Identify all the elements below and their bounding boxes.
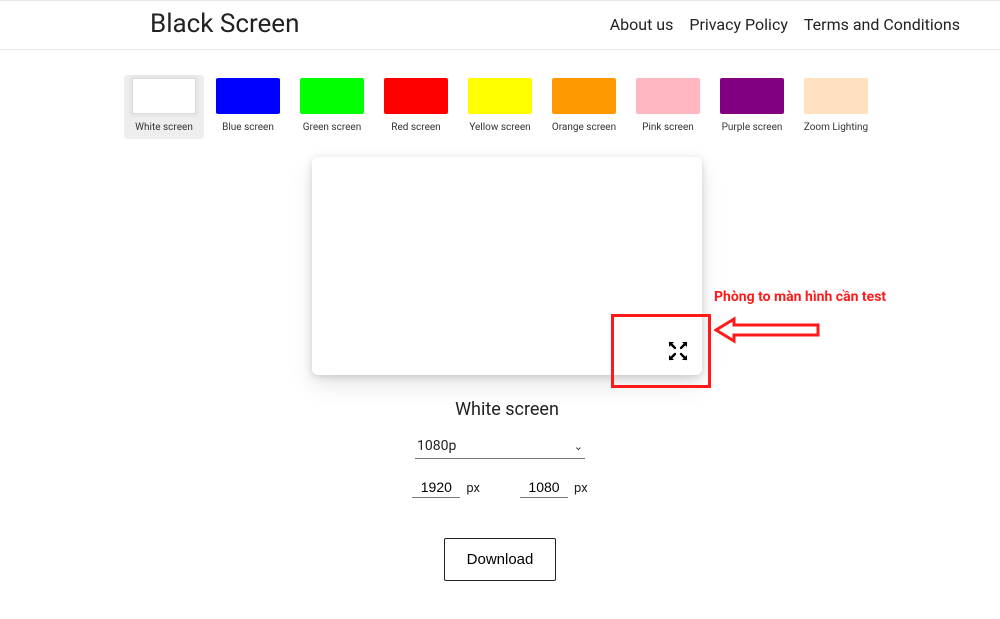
height-field: px — [520, 477, 588, 498]
swatch-color-box — [552, 78, 616, 114]
height-input[interactable] — [520, 477, 568, 498]
screen-preview — [312, 157, 702, 375]
nav-privacy[interactable]: Privacy Policy — [689, 15, 788, 34]
swatch-color-box — [132, 78, 196, 114]
annotation-arrow — [714, 315, 824, 345]
main-content: White screen Blue screen Green screen Re… — [0, 50, 1000, 581]
resolution-select[interactable]: 1080p ⌄ — [415, 434, 585, 459]
swatch-label: Pink screen — [642, 122, 694, 133]
expand-icon — [666, 348, 690, 367]
swatch-color-box — [216, 78, 280, 114]
swatch-pink[interactable]: Pink screen — [632, 78, 704, 133]
swatch-label: Orange screen — [552, 122, 616, 133]
brand-title[interactable]: Black Screen — [150, 9, 299, 39]
color-swatch-row: White screen Blue screen Green screen Re… — [128, 78, 872, 133]
swatch-color-box — [720, 78, 784, 114]
swatch-label: Purple screen — [722, 122, 783, 133]
swatch-yellow[interactable]: Yellow screen — [464, 78, 536, 133]
width-unit: px — [466, 481, 480, 496]
preview-area: Phòng to màn hình cần test — [312, 157, 702, 375]
swatch-color-box — [300, 78, 364, 114]
swatch-color-box — [804, 78, 868, 114]
swatch-zoom-lighting[interactable]: Zoom Lighting — [800, 78, 872, 133]
swatch-white[interactable]: White screen — [124, 75, 204, 139]
swatch-green[interactable]: Green screen — [296, 78, 368, 133]
swatch-purple[interactable]: Purple screen — [716, 78, 788, 133]
swatch-label: Yellow screen — [469, 122, 530, 133]
download-button[interactable]: Download — [444, 538, 557, 581]
swatch-label: White screen — [135, 122, 193, 133]
swatch-color-box — [636, 78, 700, 114]
swatch-blue[interactable]: Blue screen — [212, 78, 284, 133]
fullscreen-button[interactable] — [666, 339, 690, 363]
arrow-left-icon — [714, 315, 824, 345]
swatch-color-box — [384, 78, 448, 114]
resolution-value: 1080p — [417, 438, 456, 454]
swatch-label: Blue screen — [222, 122, 274, 133]
current-screen-title: White screen — [455, 399, 559, 420]
width-field: px — [412, 477, 480, 498]
resolution-row: 1080p ⌄ — [0, 434, 1000, 459]
top-bar: Black Screen About us Privacy Policy Ter… — [0, 0, 1000, 50]
height-unit: px — [574, 481, 588, 496]
chevron-down-icon: ⌄ — [574, 440, 583, 453]
width-input[interactable] — [412, 477, 460, 498]
nav-terms[interactable]: Terms and Conditions — [804, 15, 960, 34]
swatch-label: Green screen — [303, 122, 362, 133]
nav-about[interactable]: About us — [610, 15, 674, 34]
nav-links: About us Privacy Policy Terms and Condit… — [610, 15, 960, 34]
annotation-text: Phòng to màn hình cần test — [714, 289, 886, 305]
swatch-label: Red screen — [391, 122, 440, 133]
swatch-red[interactable]: Red screen — [380, 78, 452, 133]
dimensions-row: px px — [412, 477, 587, 498]
swatch-orange[interactable]: Orange screen — [548, 78, 620, 133]
swatch-label: Zoom Lighting — [804, 122, 868, 133]
swatch-color-box — [468, 78, 532, 114]
